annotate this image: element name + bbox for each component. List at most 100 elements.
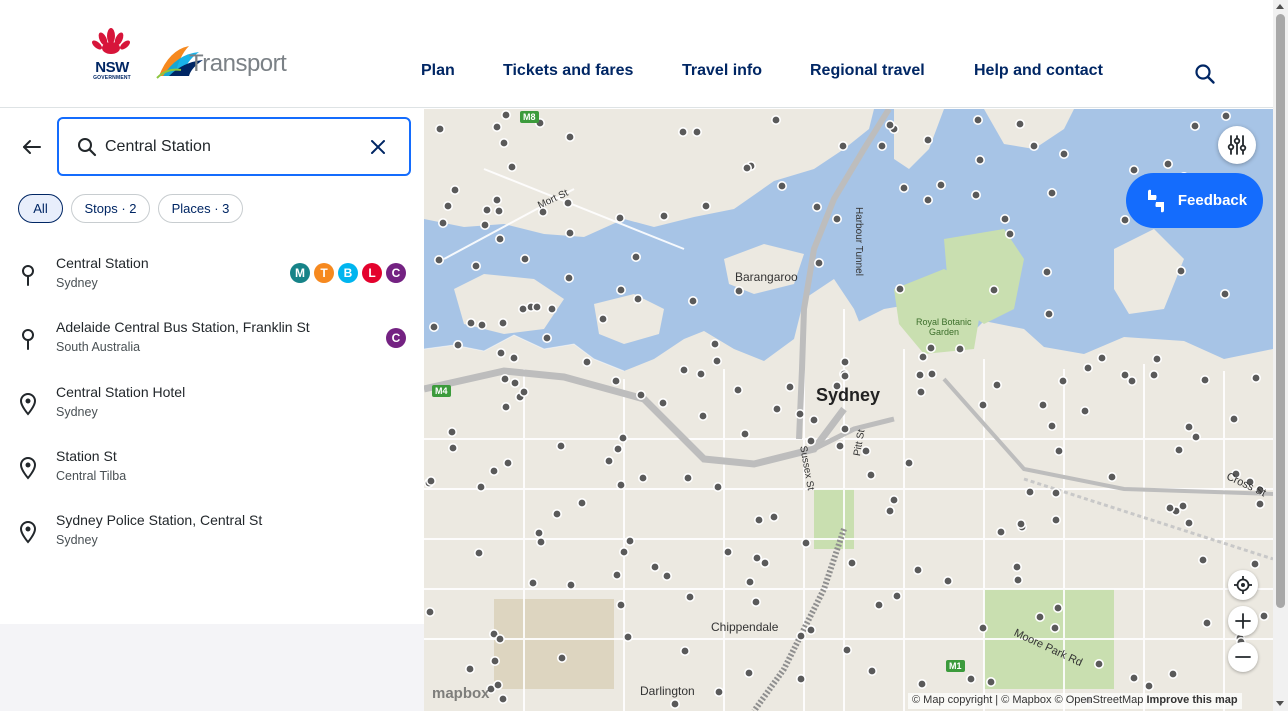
transit-stop-marker[interactable]	[501, 110, 512, 120]
transit-stop-marker[interactable]	[495, 633, 506, 644]
transit-stop-marker[interactable]	[438, 218, 448, 229]
transit-stop-marker[interactable]	[492, 122, 503, 132]
transit-stop-marker[interactable]	[449, 185, 460, 196]
nav-travel-info[interactable]: Travel info	[682, 62, 762, 80]
transit-stop-marker[interactable]	[697, 410, 708, 421]
transit-stop-marker[interactable]	[542, 333, 553, 344]
attribution-copyright[interactable]: © Map copyright	[912, 694, 992, 706]
transit-stop-marker[interactable]	[490, 655, 501, 666]
nav-tickets-and-fares[interactable]: Tickets and fares	[503, 62, 633, 80]
transport-logo[interactable]: Transport	[155, 40, 287, 80]
transit-stop-marker[interactable]	[926, 368, 937, 379]
transit-stop-marker[interactable]	[1096, 353, 1107, 364]
transit-stop-marker[interactable]	[1183, 517, 1194, 528]
transit-stop-marker[interactable]	[493, 679, 504, 690]
transit-stop-marker[interactable]	[532, 302, 543, 313]
search-input[interactable]	[105, 135, 355, 159]
transit-stop-marker[interactable]	[1128, 164, 1139, 175]
nav-plan[interactable]: Plan	[421, 62, 455, 80]
transit-stop-marker[interactable]	[1093, 658, 1104, 669]
transit-stop-marker[interactable]	[1189, 121, 1200, 131]
transit-stop-marker[interactable]	[999, 214, 1010, 225]
transit-stop-marker[interactable]	[805, 624, 816, 635]
transit-stop-marker[interactable]	[494, 206, 505, 217]
transit-stop-marker[interactable]	[611, 375, 622, 386]
transit-stop-marker[interactable]	[834, 440, 845, 451]
transit-stop-marker[interactable]	[741, 162, 752, 173]
transit-stop-marker[interactable]	[732, 384, 743, 395]
transit-stop-marker[interactable]	[619, 546, 630, 557]
transit-stop-marker[interactable]	[566, 579, 577, 590]
transit-stop-marker[interactable]	[534, 527, 545, 538]
transit-stop-marker[interactable]	[564, 273, 575, 284]
transit-stop-marker[interactable]	[831, 214, 842, 225]
transit-stop-marker[interactable]	[768, 511, 779, 522]
transit-stop-marker[interactable]	[557, 652, 568, 663]
transit-stop-marker[interactable]	[1046, 420, 1057, 431]
transit-stop-marker[interactable]	[633, 294, 644, 305]
transit-stop-marker[interactable]	[1128, 672, 1139, 683]
filter-all[interactable]: All	[18, 194, 63, 223]
zoom-in-button[interactable]	[1228, 606, 1258, 636]
transit-stop-marker[interactable]	[837, 140, 848, 151]
transit-stop-marker[interactable]	[638, 472, 649, 483]
nav-regional-travel[interactable]: Regional travel	[810, 62, 925, 80]
transit-stop-marker[interactable]	[616, 599, 627, 610]
transit-stop-marker[interactable]	[616, 479, 627, 490]
transit-stop-marker[interactable]	[922, 195, 933, 206]
transit-stop-marker[interactable]	[1167, 668, 1178, 679]
transit-stop-marker[interactable]	[1151, 354, 1162, 365]
transit-stop-marker[interactable]	[500, 373, 511, 384]
transit-stop-marker[interactable]	[631, 252, 642, 263]
transit-stop-marker[interactable]	[794, 408, 805, 419]
transit-stop-marker[interactable]	[1250, 372, 1261, 383]
transit-stop-marker[interactable]	[841, 644, 852, 655]
transit-stop-marker[interactable]	[916, 678, 927, 689]
transit-stop-marker[interactable]	[813, 258, 824, 269]
transit-stop-marker[interactable]	[481, 205, 492, 216]
transit-stop-marker[interactable]	[682, 472, 693, 483]
transit-stop-marker[interactable]	[970, 190, 981, 201]
transit-stop-marker[interactable]	[577, 497, 588, 508]
feedback-button[interactable]: Feedback	[1126, 173, 1263, 228]
transit-stop-marker[interactable]	[995, 526, 1006, 537]
transit-stop-marker[interactable]	[839, 357, 850, 368]
scroll-down-arrow-icon[interactable]	[1276, 701, 1284, 706]
transit-stop-marker[interactable]	[784, 381, 795, 392]
transit-stop-marker[interactable]	[1058, 148, 1069, 159]
transit-stop-marker[interactable]	[1164, 502, 1175, 513]
transit-stop-marker[interactable]	[974, 154, 985, 165]
transit-stop-marker[interactable]	[713, 686, 724, 697]
transit-stop-marker[interactable]	[507, 161, 518, 172]
transit-stop-marker[interactable]	[888, 494, 899, 505]
transit-stop-marker[interactable]	[470, 261, 481, 272]
transit-stop-marker[interactable]	[795, 630, 806, 641]
transit-stop-marker[interactable]	[1050, 514, 1061, 525]
result-item[interactable]: Adelaide Central Bus Station, Franklin S…	[0, 319, 424, 379]
transit-stop-marker[interactable]	[743, 667, 754, 678]
transit-stop-marker[interactable]	[965, 673, 976, 684]
transit-stop-marker[interactable]	[582, 357, 593, 368]
transit-stop-marker[interactable]	[1041, 267, 1052, 278]
transit-stop-marker[interactable]	[1197, 554, 1208, 565]
transit-stop-marker[interactable]	[1119, 215, 1130, 226]
transit-stop-marker[interactable]	[565, 131, 576, 142]
transit-stop-marker[interactable]	[839, 423, 850, 434]
transit-stop-marker[interactable]	[429, 322, 439, 333]
transit-stop-marker[interactable]	[808, 414, 819, 425]
transit-stop-marker[interactable]	[519, 386, 530, 397]
transit-stop-marker[interactable]	[1004, 229, 1015, 240]
page-scrollbar[interactable]	[1273, 0, 1288, 711]
transit-stop-marker[interactable]	[498, 693, 509, 704]
transit-stop-marker[interactable]	[935, 180, 946, 191]
transit-stop-marker[interactable]	[770, 115, 781, 125]
transit-stop-marker[interactable]	[1015, 518, 1026, 529]
transit-stop-marker[interactable]	[662, 570, 673, 581]
transit-stop-marker[interactable]	[988, 285, 999, 296]
attribution-mapbox[interactable]: © Mapbox	[1001, 694, 1051, 706]
transit-stop-marker[interactable]	[1053, 445, 1064, 456]
transit-stop-marker[interactable]	[565, 228, 576, 239]
transit-stop-marker[interactable]	[917, 352, 928, 363]
transit-stop-marker[interactable]	[650, 561, 661, 572]
transit-stop-marker[interactable]	[1012, 574, 1023, 585]
